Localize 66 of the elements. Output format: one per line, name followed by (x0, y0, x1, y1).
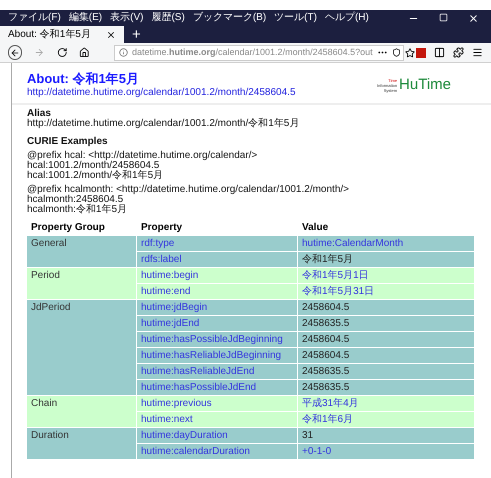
property-link[interactable]: hutime:end (137, 284, 297, 299)
value-link[interactable]: hutime:CalendarMonth (298, 236, 474, 251)
menu-item[interactable]: ブックマーク(B) (192, 12, 266, 24)
reload-icon[interactable] (56, 47, 68, 58)
browser-tab[interactable]: About: 令和1年5月 (0, 26, 124, 43)
menu-item[interactable]: ツール(T) (274, 12, 317, 24)
group-cell: General (27, 236, 136, 267)
value-cell: 31 (298, 428, 474, 443)
page-url-link[interactable]: http://datetime.hutime.org/calendar/1001.2/month/2458604.5 (27, 86, 296, 99)
section-heading: CURIE Examples (27, 137, 109, 147)
value-cell: 2458604.5 (298, 300, 474, 315)
property-link[interactable]: rdfs:label (137, 252, 297, 267)
value-cell: 2458604.5 (298, 348, 474, 363)
new-tab-button[interactable]: + (124, 26, 149, 43)
property-link[interactable]: hutime:begin (137, 268, 297, 283)
extension-icon[interactable] (453, 47, 464, 58)
property-link[interactable]: hutime:hasPossibleJdEnd (137, 380, 297, 395)
group-cell: Duration (27, 428, 136, 459)
menu-item[interactable]: 表示(V) (110, 12, 144, 24)
group-cell: Chain (27, 396, 136, 427)
property-link[interactable]: hutime:previous (137, 396, 297, 411)
value-cell: 2458635.5 (298, 316, 474, 331)
maximize-icon[interactable] (439, 12, 448, 22)
value-cell: 2458604.5 (298, 332, 474, 347)
menu-item[interactable]: 履歴(S) (151, 12, 185, 24)
property-link[interactable]: hutime:hasPossibleJdBeginning (137, 332, 297, 347)
property-link[interactable]: hutime:next (137, 412, 297, 427)
section-heading: Alias (27, 109, 51, 119)
back-arrow-icon (10, 48, 20, 58)
property-link[interactable]: hutime:calendarDuration (137, 444, 297, 459)
value-cell: 令和1年5月 (298, 252, 474, 267)
info-icon[interactable] (118, 48, 128, 57)
property-link[interactable]: rdf:type (137, 236, 297, 251)
menu-icon[interactable] (472, 47, 483, 58)
property-link[interactable]: hutime:jdEnd (137, 316, 297, 331)
alias-text: http://datetime.hutime.org/calendar/1001.2/month/令和1年5月 (27, 119, 300, 129)
star-icon[interactable] (404, 48, 415, 58)
back-button[interactable] (8, 45, 22, 60)
property-link[interactable]: hutime:hasReliableJdBeginning (137, 348, 297, 363)
value-link[interactable]: +0-1-0 (298, 444, 474, 459)
curie-example: @prefix hcalmonth: <http://datetime.hutime.org/calendar/1001.2/month/> hcalmonth:2458604.5 hcalmonth:令和1年5月 (27, 185, 350, 215)
group-cell: Period (27, 268, 136, 299)
value-link[interactable]: 令和1年5月31日 (298, 284, 474, 299)
value-link[interactable]: 令和1年5月1日 (298, 268, 474, 283)
value-link[interactable]: 令和1年6月 (298, 412, 474, 427)
menu-item[interactable]: ヘルプ(H) (324, 12, 369, 24)
property-link[interactable]: hutime:dayDuration (137, 428, 297, 443)
shield-icon[interactable] (392, 48, 401, 57)
menu-item[interactable]: 編集(E) (68, 12, 102, 24)
column-header: Value (301, 221, 330, 235)
menu-item[interactable]: ファイル(F) (8, 12, 61, 24)
value-link[interactable]: 平成31年4月 (298, 396, 474, 411)
close-icon[interactable] (468, 12, 479, 24)
pdf-icon[interactable] (416, 48, 426, 58)
close-tab-icon[interactable] (106, 30, 116, 40)
property-link[interactable]: hutime:hasReliableJdEnd (137, 364, 297, 379)
page-title: About: 令和1年5月 (27, 71, 140, 86)
property-link[interactable]: hutime:jdBegin (137, 300, 297, 315)
curie-example: @prefix hcal: <http://datetime.hutime.org/calendar/> hcal:1001.2/month/2458604.5 hcal:1001.2/month/令和1年5月 (27, 151, 258, 181)
sidebar-icon[interactable] (434, 47, 445, 58)
column-header: Property Group (30, 221, 106, 235)
value-cell: 2458635.5 (298, 380, 474, 395)
home-icon[interactable] (79, 47, 90, 58)
column-header: Property (140, 221, 184, 235)
group-cell: JdPeriod (27, 300, 136, 395)
value-cell: 2458635.5 (298, 364, 474, 379)
